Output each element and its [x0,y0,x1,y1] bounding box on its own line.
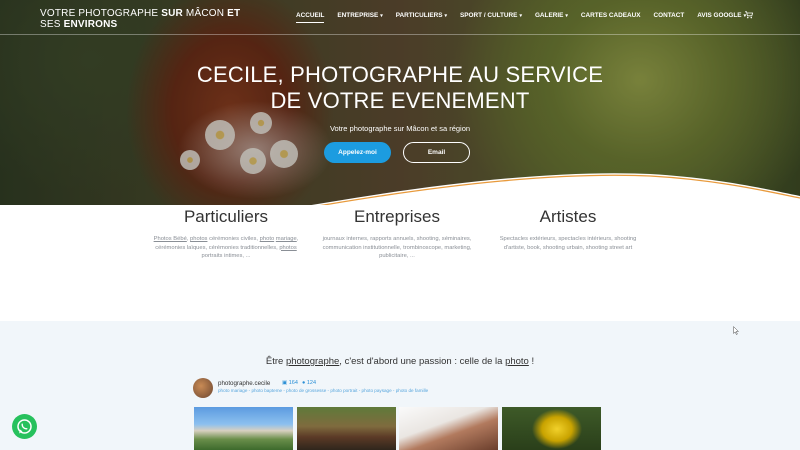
mouse-cursor-icon [733,326,739,335]
nav-item-galerie[interactable]: GALERIE ▾ [535,12,568,19]
link-photos-bebe[interactable]: Photos Bébé [154,236,187,242]
posts-count: ▣ 164 [282,380,298,386]
caret-down-icon: ▾ [380,13,383,19]
nav-item-cartes-cadeaux[interactable]: CARTES CADEAUX [581,12,641,19]
instagram-photo-3[interactable] [399,407,498,450]
instagram-tags[interactable]: photo mariage - photo bapteme - photo de… [218,388,428,393]
link-mariage[interactable]: mariage [276,236,297,242]
nav-item-entreprise[interactable]: ENTREPRISE ▾ [337,12,382,19]
link-photos-2[interactable]: photos [279,245,296,251]
nav-item-particuliers[interactable]: PARTICULIERS ▾ [396,12,447,19]
hero-title: CECILE, PHOTOGRAPHE AU SERVICE DE VOTRE E… [196,62,604,113]
passion-heading: Être photographe, c'est d'abord une pass… [265,356,535,367]
instagram-photo-1[interactable] [194,407,293,450]
whatsapp-icon [17,419,32,434]
service-artistes: Artistes Spectacles extérieurs, spectacl… [493,207,643,252]
instagram-photo-4[interactable] [502,407,601,450]
link-photo-passion[interactable]: photo [505,356,529,367]
services-section: Particuliers Photos Bébé, photos cérémon… [0,205,800,321]
hero-subtitle: Votre photographe sur Mâcon et sa région [329,124,471,133]
link-photographe[interactable]: photographe [286,356,339,367]
service-description: Photos Bébé, photos cérémonies civiles, … [153,236,299,259]
service-title: Artistes [539,207,597,226]
avatar[interactable] [193,378,213,398]
nav-item-sport-culture[interactable]: SPORT / CULTURE ▾ [460,12,522,19]
whatsapp-button[interactable] [12,414,37,439]
nav-item-contact[interactable]: CONTACT [654,12,685,19]
service-particuliers: Particuliers Photos Bébé, photos cérémon… [151,207,301,261]
image-icon: ▣ [282,380,288,386]
caret-down-icon: ▾ [444,13,448,19]
service-description: Spectacles extérieurs, spectacles intéri… [499,236,637,251]
link-photos[interactable]: photos [190,236,207,242]
instagram-username[interactable]: photographe.cecile [218,380,270,387]
user-icon: ● [302,380,306,386]
shopping-cart-icon[interactable] [745,11,753,19]
service-entreprises: Entreprises journaux internes, rapports … [322,207,472,261]
nav-item-avis-google[interactable]: AVIS GOOGLE ▾ [697,12,746,19]
caret-down-icon: ▾ [565,13,568,19]
main-menu: ACCUEIL ENTREPRISE ▾ PARTICULIERS ▾ SPORT … [296,12,759,23]
followers-count: ● 124 [302,380,317,386]
service-description: journaux internes, rapports annuels, sho… [322,236,472,259]
link-photo[interactable]: photo [260,236,275,242]
caret-down-icon: ▾ [519,13,522,19]
nav-item-accueil[interactable]: ACCUEIL [296,12,325,23]
top-navigation-bar: VOTRE PHOTOGRAPHE SUR MÂCON ET SES ENVIR… [0,0,800,35]
instagram-photo-2[interactable] [297,407,396,450]
service-title: Entreprises [354,207,440,226]
site-brand[interactable]: VOTRE PHOTOGRAPHE SUR MÂCON ET SES ENVIR… [40,8,250,30]
service-title: Particuliers [183,207,269,226]
